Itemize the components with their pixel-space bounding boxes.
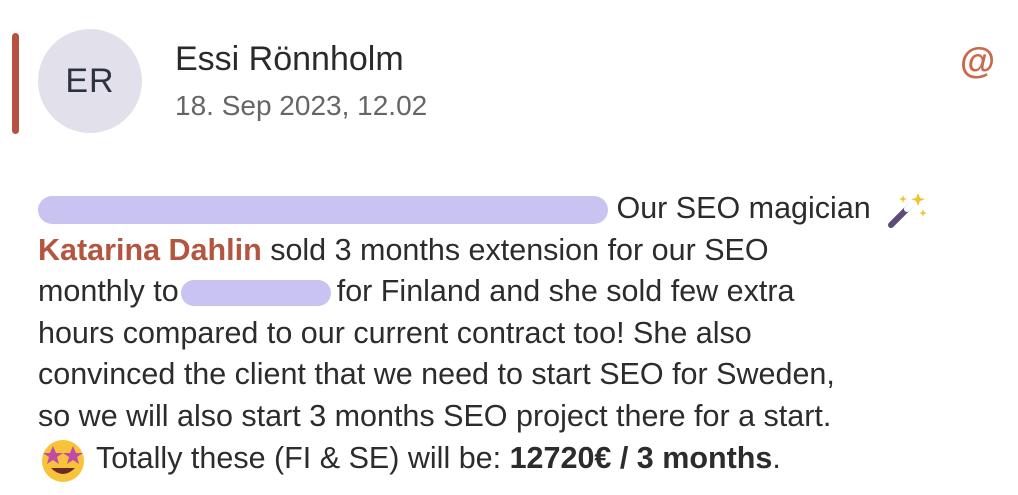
message-accent-bar: [12, 33, 19, 134]
message-text: monthly to: [38, 274, 179, 308]
message-body: Our SEO magician Katarina Dahlin sold 3 …: [38, 188, 1013, 482]
message-line: Our SEO magician: [38, 188, 1013, 230]
avatar-initials: ER: [65, 61, 115, 100]
magic-wand-icon: [885, 191, 929, 229]
message-total: 12720€ / 3 months: [509, 441, 773, 476]
message-line: monthly to for Finland and she sold few e…: [38, 271, 1013, 313]
message-line: so we will also start 3 months SEO proje…: [38, 396, 1013, 438]
mentioned-person-link[interactable]: Katarina Dahlin: [38, 233, 262, 267]
message-line: Katarina Dahlin sold 3 months extension …: [38, 230, 1013, 272]
message-line: convinced the client that we need to sta…: [38, 354, 1013, 396]
star-struck-icon: [38, 437, 88, 483]
sender-name[interactable]: Essi Rönnholm: [175, 40, 404, 79]
mention-icon[interactable]: @: [960, 40, 995, 82]
message-text: Totally these (FI & SE) will be:: [96, 441, 510, 476]
message-text: so we will also start 3 months SEO proje…: [38, 398, 832, 433]
message-timestamp: 18. Sep 2023, 12.02: [175, 90, 428, 121]
message-text: hours compared to our current contract t…: [38, 315, 752, 350]
redacted-text: [38, 195, 608, 224]
message-text: .: [772, 441, 781, 476]
message-line: Totally these (FI & SE) will be: 12720€ …: [38, 437, 1013, 482]
redacted-text: [180, 279, 331, 306]
avatar[interactable]: ER: [38, 29, 142, 133]
message-text: Our SEO magician: [616, 191, 871, 225]
message-text: convinced the client that we need to sta…: [38, 357, 835, 391]
message-line: hours compared to our current contract t…: [38, 313, 1013, 355]
message-text: sold 3 months extension for our SEO: [261, 232, 769, 267]
message-text: for Finland and she sold few extra: [336, 274, 795, 308]
